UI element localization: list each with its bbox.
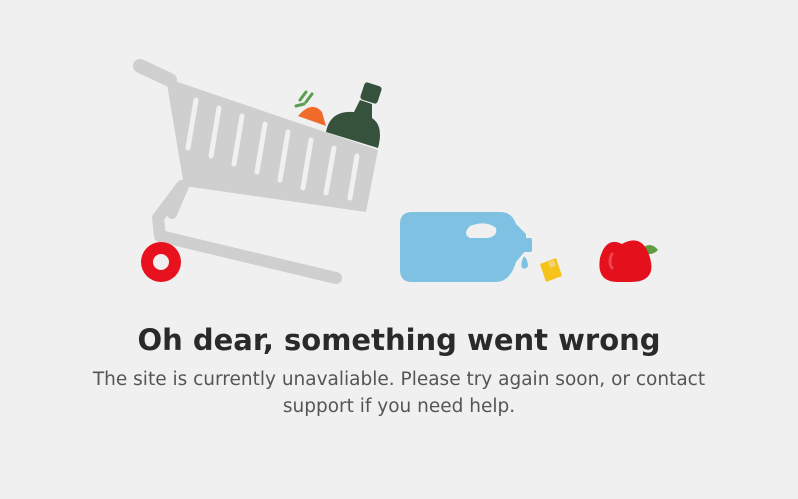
shopping-cart-icon [133,59,378,284]
detergent-jug-icon [400,212,532,282]
carrot-icon [294,90,326,126]
error-description: The site is currently unavaliable. Pleas… [92,369,706,417]
cart-wheel-icon [141,242,181,282]
error-illustration [0,0,798,310]
bottle-cap-icon [540,258,562,282]
water-drop-icon [521,256,528,269]
apple-icon [599,240,658,282]
error-message-block: Oh dear, something went wrong The site i… [0,318,798,420]
error-title: Oh dear, something went wrong [137,323,661,357]
